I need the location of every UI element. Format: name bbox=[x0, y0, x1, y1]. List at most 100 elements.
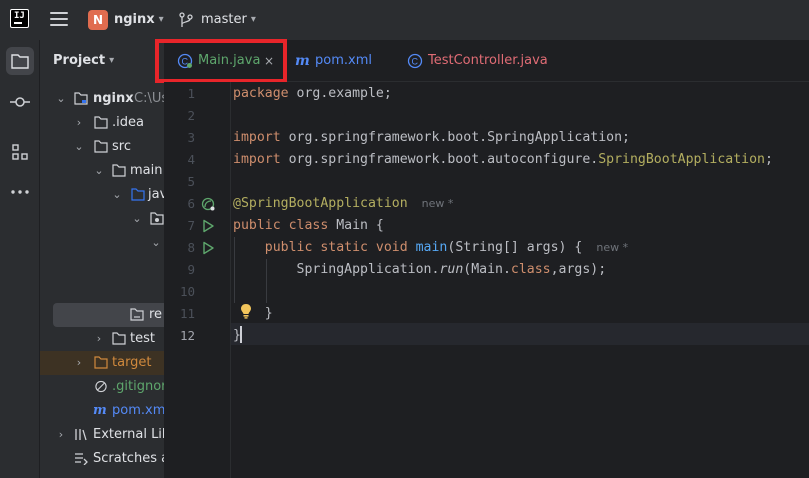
tree-item-gitignore[interactable]: .gitignor bbox=[40, 375, 164, 399]
inlay-hint[interactable]: new * bbox=[422, 197, 454, 210]
main-menu-icon[interactable] bbox=[50, 12, 68, 26]
code-line-1: package org.example; bbox=[233, 83, 392, 105]
chevron-down-icon: ▾ bbox=[158, 14, 164, 25]
tree-label: .idea bbox=[112, 115, 144, 130]
keyword: public class bbox=[233, 218, 329, 233]
tool-window-strip bbox=[0, 40, 40, 478]
code-line-4: import org.springframework.boot.autoconf… bbox=[233, 149, 773, 171]
tree-label: External Libr bbox=[93, 427, 164, 442]
spring-bean-icon[interactable] bbox=[201, 197, 215, 211]
tree-item-package[interactable]: ⌄ bbox=[40, 207, 164, 231]
chevron-right-icon: › bbox=[58, 428, 64, 441]
tree-item-resources[interactable]: re bbox=[53, 303, 164, 327]
code-line-3: import org.springframework.boot.SpringAp… bbox=[233, 127, 630, 149]
keyword: public static void bbox=[233, 240, 408, 255]
tree-item-target[interactable]: › target bbox=[40, 351, 164, 375]
branch-name: master bbox=[201, 12, 247, 27]
line-number: 1 bbox=[187, 86, 195, 101]
chevron-down-icon: ▾ bbox=[250, 14, 256, 25]
maven-icon: m bbox=[93, 403, 107, 418]
tree-item-external-libraries[interactable]: › External Libr bbox=[40, 423, 164, 447]
folder-icon bbox=[112, 164, 126, 177]
branch-switcher[interactable]: master ▾ bbox=[201, 12, 256, 27]
code-line-7: public class Main { bbox=[233, 215, 384, 237]
line-number: 12 bbox=[179, 328, 195, 343]
java-class-icon: C bbox=[177, 53, 193, 69]
tab-main-java[interactable]: C Main.java × bbox=[167, 40, 285, 82]
project-switcher[interactable]: nginx ▾ bbox=[114, 12, 164, 27]
commit-tool-button[interactable] bbox=[6, 88, 34, 116]
tree-label: jav bbox=[148, 187, 164, 202]
folder-icon bbox=[112, 332, 126, 345]
line-number: 2 bbox=[187, 108, 195, 123]
tree-label: target bbox=[112, 355, 152, 370]
code-text: ; bbox=[764, 152, 773, 167]
editor-gutter: 1 2 3 4 5 6 7 8 9 10 11 12 bbox=[164, 82, 230, 478]
tree-item-src[interactable]: ⌄ src bbox=[40, 135, 164, 159]
code-line-8: public static void main(String[] args) {… bbox=[233, 237, 628, 259]
libraries-icon bbox=[75, 429, 87, 441]
ignored-file-icon bbox=[95, 380, 107, 393]
line-number: 4 bbox=[187, 152, 195, 167]
commit-icon bbox=[10, 97, 30, 107]
line-number: 3 bbox=[187, 130, 195, 145]
structure-tool-button[interactable] bbox=[6, 138, 34, 166]
code-editor[interactable]: 1 2 3 4 5 6 7 8 9 10 11 12 package org.e… bbox=[164, 82, 809, 478]
line-number: 7 bbox=[187, 218, 195, 233]
project-panel: Project▾ ⌄ nginx C:\Us › .idea ⌄ src ⌄ m… bbox=[40, 40, 164, 478]
keyword: package bbox=[233, 86, 289, 101]
tree-item-nginx[interactable]: ⌄ nginx C:\Us bbox=[40, 87, 164, 111]
tree-item-idea[interactable]: › .idea bbox=[40, 111, 164, 135]
code-line-6: @SpringBootApplication new * bbox=[233, 193, 453, 215]
code-line-9: SpringApplication.run(Main.class,args); bbox=[233, 259, 607, 281]
chevron-down-icon: ⌄ bbox=[56, 92, 66, 105]
line-number: 5 bbox=[187, 174, 195, 189]
code-text: Main { bbox=[328, 218, 384, 233]
tree-label: pom.xml bbox=[112, 403, 164, 418]
tree-item-test[interactable]: › test bbox=[40, 327, 164, 351]
line-number: 11 bbox=[179, 306, 195, 321]
code-text: } bbox=[233, 306, 273, 321]
tab-test-controller[interactable]: C TestController.java bbox=[404, 40, 554, 82]
tab-label: TestController.java bbox=[428, 53, 548, 68]
project-name: nginx bbox=[114, 12, 155, 27]
tree-item-class-folder[interactable]: ⌄ bbox=[40, 231, 164, 255]
tree-label: re bbox=[149, 307, 163, 322]
tree-item-pom[interactable]: m pom.xml bbox=[40, 399, 164, 423]
java-class-icon: C bbox=[407, 53, 423, 69]
annotation: @SpringBootApplication bbox=[233, 196, 408, 211]
folder-icon bbox=[94, 116, 108, 129]
tree-item-scratches[interactable]: Scratches ar bbox=[40, 447, 164, 471]
chevron-down-icon: ▾ bbox=[109, 55, 115, 66]
annotation-name: SpringBootApplication bbox=[598, 152, 765, 167]
code-text: (String[] args) { bbox=[447, 240, 583, 255]
line-number: 10 bbox=[179, 284, 195, 299]
run-icon[interactable] bbox=[201, 241, 215, 255]
project-tool-button[interactable] bbox=[6, 47, 34, 75]
more-tools-button[interactable] bbox=[6, 178, 34, 206]
close-icon[interactable]: × bbox=[264, 40, 274, 82]
current-line-highlight bbox=[231, 323, 809, 345]
text-caret bbox=[240, 326, 242, 343]
chevron-right-icon: › bbox=[76, 116, 82, 129]
excluded-folder-icon bbox=[94, 356, 108, 369]
tree-item-java[interactable]: ⌄ jav bbox=[40, 183, 164, 207]
code-line-11: } bbox=[233, 303, 273, 325]
tab-pom-xml[interactable]: m pom.xml bbox=[292, 40, 392, 82]
svg-text:C: C bbox=[412, 57, 419, 67]
lightbulb-icon[interactable] bbox=[240, 303, 252, 319]
git-branch-icon bbox=[179, 12, 193, 27]
line-number: 9 bbox=[187, 262, 195, 277]
project-panel-header[interactable]: Project ▾ bbox=[53, 53, 114, 68]
tree-path: C:\Us bbox=[134, 91, 164, 106]
gutter-separator bbox=[230, 82, 231, 478]
code-text: (Main. bbox=[463, 262, 511, 277]
more-horizontal-icon bbox=[11, 190, 29, 194]
project-avatar[interactable]: N bbox=[88, 10, 108, 30]
tree-item-main[interactable]: ⌄ main bbox=[40, 159, 164, 183]
run-icon[interactable] bbox=[201, 219, 215, 233]
inlay-hint[interactable]: new * bbox=[596, 241, 628, 254]
resources-folder-icon bbox=[130, 308, 144, 321]
chevron-down-icon: ⌄ bbox=[132, 212, 142, 225]
tree-label: test bbox=[130, 331, 155, 346]
